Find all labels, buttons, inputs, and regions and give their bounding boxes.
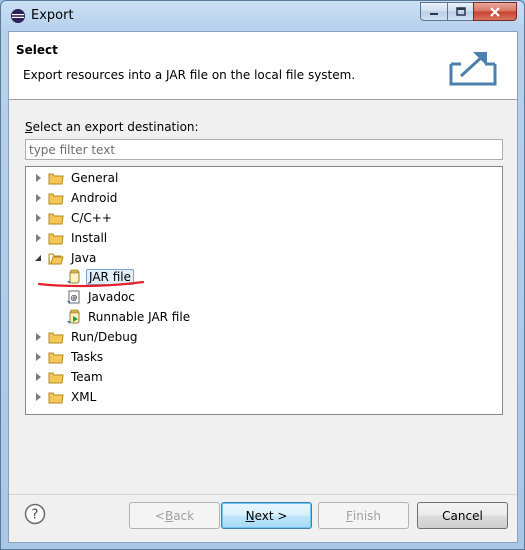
maximize-icon: [455, 7, 466, 16]
page-title: Select: [16, 43, 58, 57]
export-wizard-icon: [449, 52, 497, 86]
expand-arrow-icon[interactable]: [34, 173, 44, 183]
export-dialog-window: Export Select Export resources into a JA…: [0, 0, 525, 550]
folder-icon: [48, 392, 64, 404]
expand-arrow-icon[interactable]: [34, 352, 44, 362]
expand-arrow-icon[interactable]: [34, 193, 44, 203]
close-icon: [490, 6, 500, 17]
cancel-button[interactable]: Cancel: [417, 502, 508, 529]
page-description: Export resources into a JAR file on the …: [23, 68, 356, 82]
wizard-header: Select Export resources into a JAR file …: [9, 32, 517, 100]
back-button[interactable]: < Back: [129, 502, 220, 529]
minimize-button[interactable]: [420, 2, 447, 21]
folder-icon: [48, 352, 64, 364]
dialog-client-area: Select Export resources into a JAR file …: [8, 31, 518, 543]
caption-buttons: [420, 2, 517, 21]
eclipse-icon: [11, 9, 25, 23]
tree-node-xml[interactable]: XML: [34, 388, 98, 406]
folder-icon: [48, 372, 64, 384]
svg-text:?: ?: [32, 508, 39, 523]
folder-icon: [48, 332, 64, 344]
minimize-icon: [430, 12, 438, 15]
expand-arrow-icon[interactable]: [34, 213, 44, 223]
runnable-jar-icon: [67, 309, 80, 324]
filter-input[interactable]: [25, 139, 503, 160]
expand-arrow-icon[interactable]: [34, 233, 44, 243]
tree-node-install[interactable]: Install: [34, 229, 109, 247]
maximize-button[interactable]: [447, 2, 473, 21]
folder-icon: [48, 173, 64, 185]
tree-node-android[interactable]: Android: [34, 189, 119, 207]
window-title: Export: [31, 8, 74, 23]
tree-node-team[interactable]: Team: [34, 368, 105, 386]
expand-arrow-icon[interactable]: [34, 372, 44, 382]
open-folder-icon: [48, 253, 64, 265]
help-icon[interactable]: ?: [24, 503, 46, 525]
collapse-arrow-icon[interactable]: [34, 253, 44, 263]
next-button[interactable]: Next >: [221, 502, 312, 529]
tree-node-runnable-jar-file[interactable]: Runnable JAR file: [66, 308, 192, 326]
export-destination-label: Select an export destination:: [25, 120, 199, 134]
tree-node-run-debug[interactable]: Run/Debug: [34, 328, 140, 346]
red-underline-annotation: [37, 280, 145, 288]
close-button[interactable]: [473, 2, 517, 21]
title-bar[interactable]: Export: [1, 1, 524, 31]
tree-node-tasks[interactable]: Tasks: [34, 348, 105, 366]
tree-node-general[interactable]: General: [34, 169, 120, 187]
folder-icon: [48, 193, 64, 205]
expand-arrow-icon[interactable]: [34, 392, 44, 402]
folder-icon: [48, 213, 64, 225]
folder-icon: [48, 233, 64, 245]
tree-node-java[interactable]: Java: [34, 249, 98, 267]
tree-node-c-cpp[interactable]: C/C++: [34, 209, 114, 227]
footer-separator: [9, 494, 517, 495]
svg-text:@: @: [71, 294, 78, 302]
expand-arrow-icon[interactable]: [34, 332, 44, 342]
finish-button[interactable]: Finish: [318, 502, 409, 529]
